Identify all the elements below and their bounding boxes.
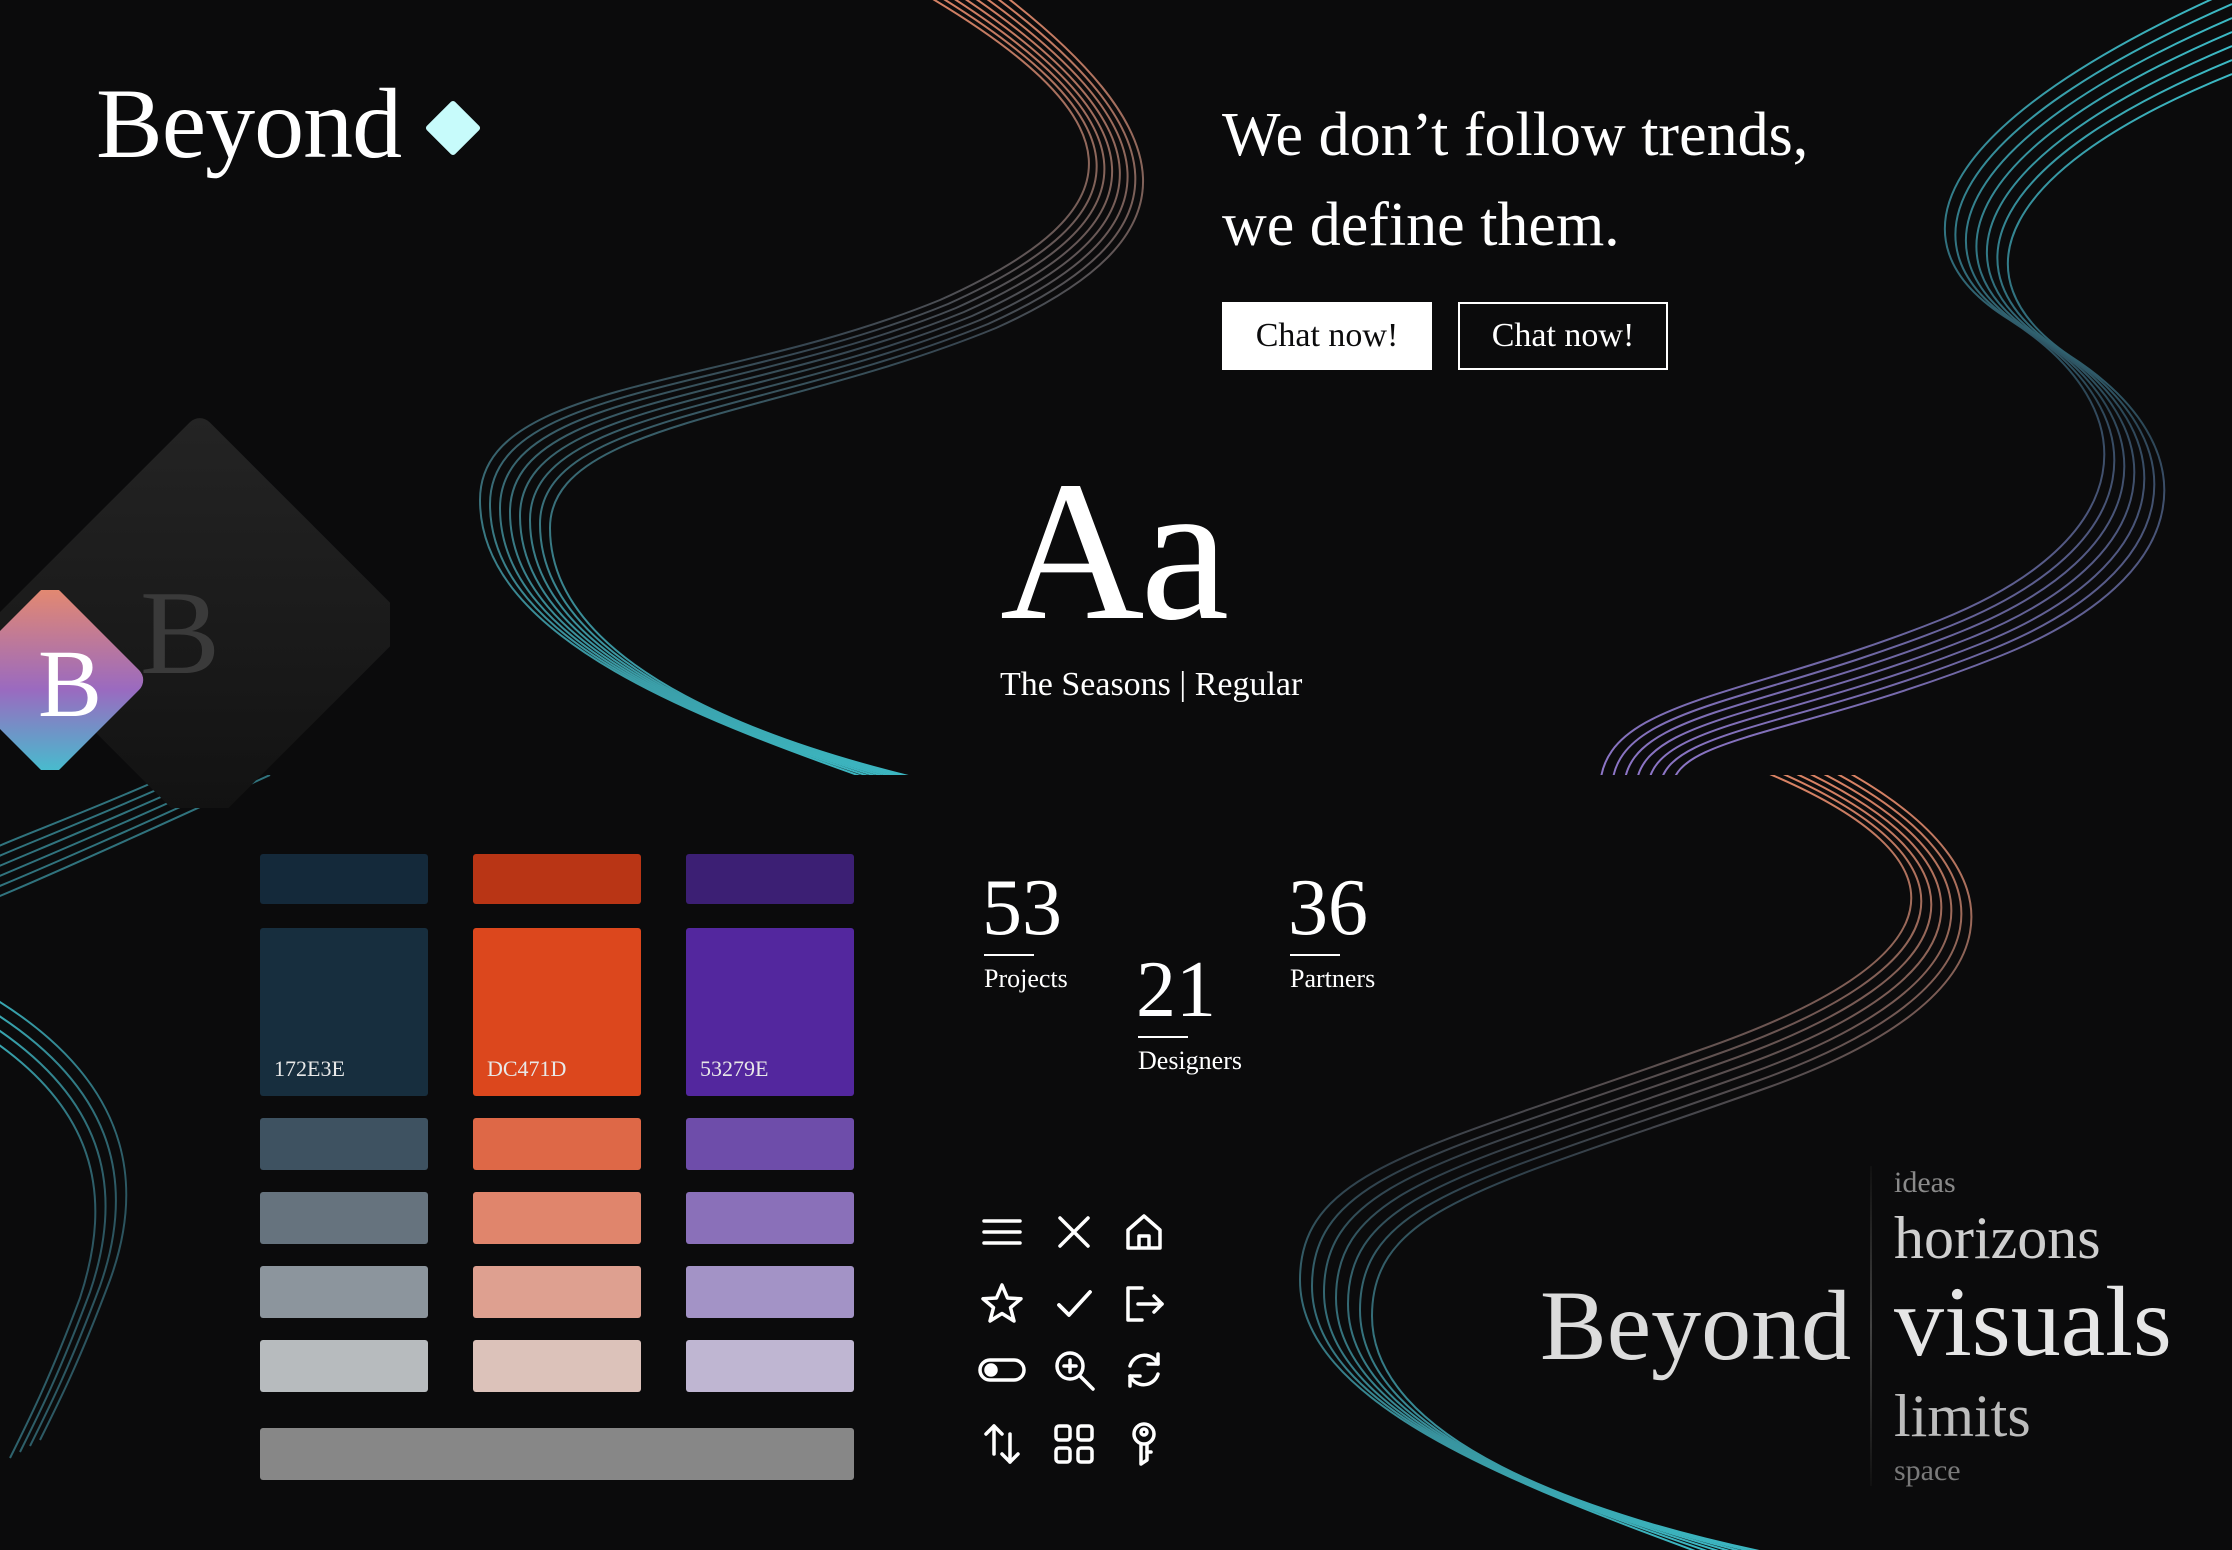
brand-logo: Beyond [96,68,482,179]
swatch-base: 53279E [686,928,854,1096]
stat-value: 21 [1136,946,1216,1034]
type-specimen: Aa The Seasons | Regular [1000,452,1302,704]
chat-now-button-solid[interactable]: Chat now! [1222,302,1432,370]
diamond-icon [424,99,482,157]
specimen-glyphs: Aa [1000,441,1229,662]
tagline-line-2: we define them. [1222,191,1620,259]
key-icon[interactable] [1120,1420,1168,1468]
sort-icon[interactable] [978,1420,1026,1468]
swatch-tint [260,1340,428,1392]
refresh-icon[interactable] [1120,1346,1168,1394]
swatch-tint [260,1192,428,1244]
stat-label: Projects [984,964,1068,993]
close-icon[interactable] [1050,1208,1098,1256]
stat-underline [984,954,1034,956]
swatch-tint [686,1266,854,1318]
swatch-tint [686,1340,854,1392]
word-limits: limits [1894,1383,2031,1449]
check-icon[interactable] [1050,1280,1098,1328]
cta-buttons: Chat now! Chat now! [1222,302,1668,370]
wordstack-beyond: Beyond [1540,1270,1852,1381]
app-icon-gradient: B [0,586,180,774]
stat-value: 53 [982,864,1062,952]
zoom-in-icon[interactable] [1050,1346,1098,1394]
swatch-tint [686,854,854,904]
menu-icon[interactable] [978,1208,1026,1256]
stat-projects: 53 Projects [982,868,1068,994]
swatch-tint [473,854,641,904]
toggle-icon[interactable] [978,1346,1026,1394]
swatch-hex-label: 172E3E [274,1056,345,1081]
swatch-tint [260,1266,428,1318]
font-caption: The Seasons | Regular [1000,666,1303,703]
swatch-tint [686,1118,854,1170]
word-ideas: ideas [1894,1166,1956,1199]
swatch-neutral [260,1428,854,1480]
swatch-base: DC471D [473,928,641,1096]
swatch-base: 172E3E [260,928,428,1096]
stat-underline [1290,954,1340,956]
word-visuals: visuals [1894,1266,2172,1377]
stat-label: Designers [1138,1046,1242,1075]
home-icon[interactable] [1120,1208,1168,1256]
swatch-tint [473,1266,641,1318]
swatch-tint [473,1340,641,1392]
swatch-tint [260,854,428,904]
stat-value: 36 [1288,864,1368,952]
stat-partners: 36 Partners [1288,868,1375,994]
hero-tagline: We don’t follow trends, we define them. [1222,90,1922,270]
stat-label: Partners [1290,964,1376,993]
swatch-tint [260,1118,428,1170]
app-icon-letter: B [38,630,102,737]
word-stack: Beyond ideas horizons visuals limits spa… [1540,1166,2230,1496]
swatch-tint [473,1118,641,1170]
brand-wordmark: Beyond [96,68,402,179]
chat-now-button-outline[interactable]: Chat now! [1458,302,1668,370]
stat-underline [1138,1036,1188,1038]
swatch-tint [686,1192,854,1244]
tagline-line-1: We don’t follow trends, [1222,101,1809,169]
grid-icon[interactable] [1050,1420,1098,1468]
swatch-tint [473,1192,641,1244]
swatch-hex-label: DC471D [487,1056,567,1081]
star-icon[interactable] [978,1280,1026,1328]
word-horizons: horizons [1894,1205,2101,1271]
stat-designers: 21 Designers [1136,950,1242,1076]
logout-icon[interactable] [1120,1280,1168,1328]
word-space: space [1894,1454,1961,1487]
wordstack-divider [1870,1166,1872,1486]
swatch-hex-label: 53279E [700,1056,769,1081]
